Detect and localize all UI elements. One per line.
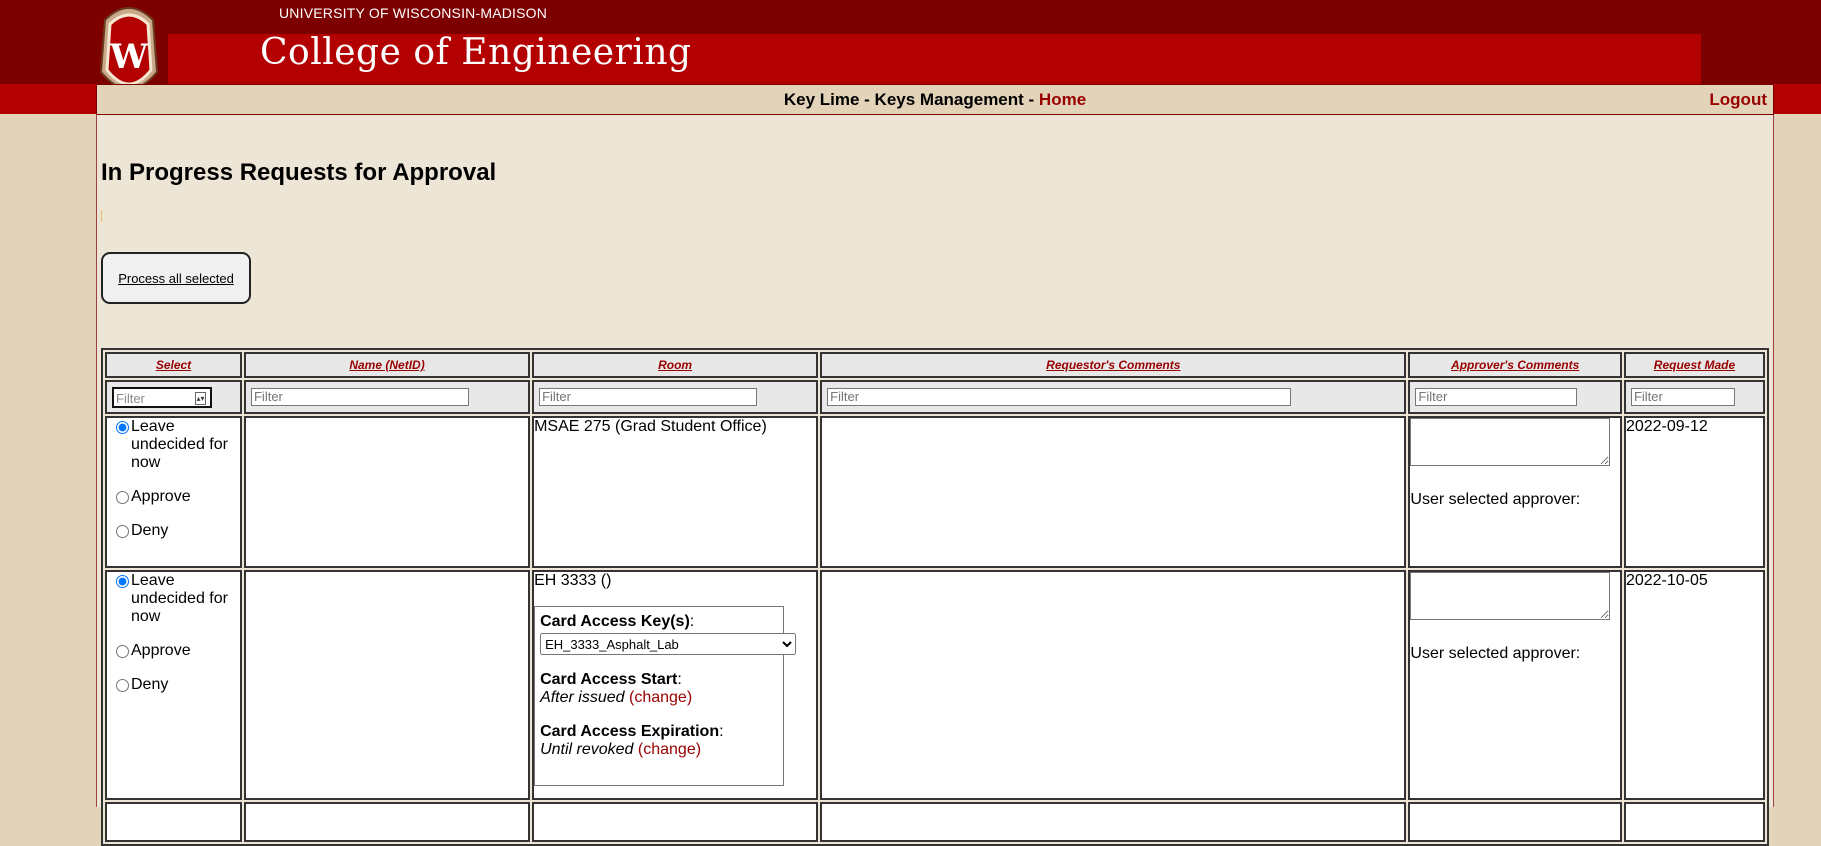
name-filter-input[interactable] xyxy=(250,387,469,406)
main-content: In Progress Requests for Approval Proces… xyxy=(96,115,1774,846)
room-cell: EH 3333 () Card Access Key(s): EH_3333_A… xyxy=(532,570,819,800)
home-link[interactable]: Home xyxy=(1039,90,1086,109)
change-start-link[interactable]: (change) xyxy=(629,689,692,706)
sort-select-link[interactable]: Select xyxy=(156,358,191,372)
deny-label: Deny xyxy=(131,522,169,539)
nav-bar: Key Lime - Keys Management - Home Logout xyxy=(96,84,1774,116)
room-filter-input[interactable] xyxy=(539,387,758,406)
deny-radio[interactable] xyxy=(116,525,129,538)
leave-label: Leave undecided for now xyxy=(131,572,228,625)
approve-label: Approve xyxy=(131,642,191,659)
col-room[interactable]: Room xyxy=(532,352,819,378)
header-row: Select Name (NetID) Room Requestor's Com… xyxy=(105,352,1765,378)
room-name: EH 3333 () xyxy=(534,572,612,589)
name-cell xyxy=(243,570,531,800)
logout-link[interactable]: Logout xyxy=(1709,90,1767,110)
select-filter[interactable]: Filter ▴▾ xyxy=(112,386,212,408)
process-all-selected-button[interactable]: Process all selected xyxy=(101,252,251,304)
sort-room-link[interactable]: Room xyxy=(658,358,692,372)
change-expiration-link[interactable]: (change) xyxy=(638,741,701,758)
leave-label: Leave undecided for now xyxy=(131,418,228,471)
app-title-text: Key Lime - Keys Management - xyxy=(783,90,1039,109)
approver-comments-cell: User selected approver: xyxy=(1408,570,1622,800)
table-row: Leave undecided for now Approve Deny EH … xyxy=(105,570,1765,800)
deny-option[interactable]: Deny xyxy=(107,522,240,540)
requests-table: Select Name (NetID) Room Requestor's Com… xyxy=(101,348,1769,846)
university-name: UNIVERSITY OF WISCONSIN-MADISON xyxy=(279,5,548,21)
card-expiration-label: Card Access Expiration xyxy=(540,723,720,740)
sort-requestor-comments-link[interactable]: Requestor's Comments xyxy=(1046,358,1180,372)
sort-name-link[interactable]: Name (NetID) xyxy=(349,358,424,372)
col-request-made[interactable]: Request Made xyxy=(1623,352,1765,378)
table-row: Leave undecided for now Approve Deny MSA… xyxy=(105,416,1765,568)
request-made-cell: 2022-10-05 xyxy=(1623,570,1765,800)
col-approver-comments[interactable]: Approver's Comments xyxy=(1408,352,1622,378)
user-selected-approver-label: User selected approver: xyxy=(1410,645,1581,662)
select-filter-cell: Filter ▴▾ xyxy=(105,380,242,414)
deny-option[interactable]: Deny xyxy=(107,676,240,694)
select-filter-placeholder: Filter xyxy=(116,390,145,406)
name-cell xyxy=(243,416,531,568)
approve-radio[interactable] xyxy=(116,491,129,504)
requestor-comments-cell xyxy=(820,570,1407,800)
leave-radio[interactable] xyxy=(116,421,129,434)
deny-label: Deny xyxy=(131,676,169,693)
card-access-panel: Card Access Key(s): EH_3333_Asphalt_Lab … xyxy=(534,606,797,786)
request-made-cell: 2022-09-12 xyxy=(1623,416,1765,568)
dropdown-icon: ▴▾ xyxy=(195,391,206,405)
request-made-filter-input[interactable] xyxy=(1630,387,1735,406)
card-start-value: After issued xyxy=(540,689,625,706)
user-selected-approver-label: User selected approver: xyxy=(1410,491,1581,508)
approver-comments-cell: User selected approver: xyxy=(1408,416,1622,568)
filter-row: Filter ▴▾ xyxy=(105,380,1765,414)
col-requestor-comments[interactable]: Requestor's Comments xyxy=(820,352,1407,378)
select-cell: Leave undecided for now Approve Deny xyxy=(105,416,242,568)
college-name: College of Engineering xyxy=(260,32,692,73)
sort-approver-comments-link[interactable]: Approver's Comments xyxy=(1451,358,1579,372)
leave-option[interactable]: Leave undecided for now xyxy=(107,572,240,626)
approver-comment-textarea[interactable] xyxy=(1410,418,1611,466)
card-start-label: Card Access Start xyxy=(540,671,678,688)
requestor-comments-cell xyxy=(820,416,1407,568)
approver-comments-filter-input[interactable] xyxy=(1415,387,1578,406)
card-keys-label: Card Access Key(s) xyxy=(540,613,690,630)
crest-letter: W xyxy=(109,37,149,77)
approve-option[interactable]: Approve xyxy=(107,488,240,506)
col-name[interactable]: Name (NetID) xyxy=(243,352,531,378)
status-marker xyxy=(101,210,102,222)
approver-comment-textarea[interactable] xyxy=(1410,572,1611,620)
table-row xyxy=(105,802,1765,842)
requestor-comments-filter-input[interactable] xyxy=(827,387,1292,406)
app-title: Key Lime - Keys Management - Home xyxy=(97,90,1773,110)
col-select[interactable]: Select xyxy=(105,352,242,378)
approve-radio[interactable] xyxy=(116,645,129,658)
leave-option[interactable]: Leave undecided for now xyxy=(107,418,240,472)
approve-option[interactable]: Approve xyxy=(107,642,240,660)
leave-radio[interactable] xyxy=(116,575,129,588)
approve-label: Approve xyxy=(131,488,191,505)
page-title: In Progress Requests for Approval xyxy=(101,159,497,186)
card-keys-select[interactable]: EH_3333_Asphalt_Lab xyxy=(540,633,797,655)
sort-request-made-link[interactable]: Request Made xyxy=(1654,358,1735,372)
room-cell: MSAE 275 (Grad Student Office) xyxy=(532,416,819,568)
deny-radio[interactable] xyxy=(116,679,129,692)
card-expiration-value: Until revoked xyxy=(540,741,634,758)
select-cell: Leave undecided for now Approve Deny xyxy=(105,570,242,800)
